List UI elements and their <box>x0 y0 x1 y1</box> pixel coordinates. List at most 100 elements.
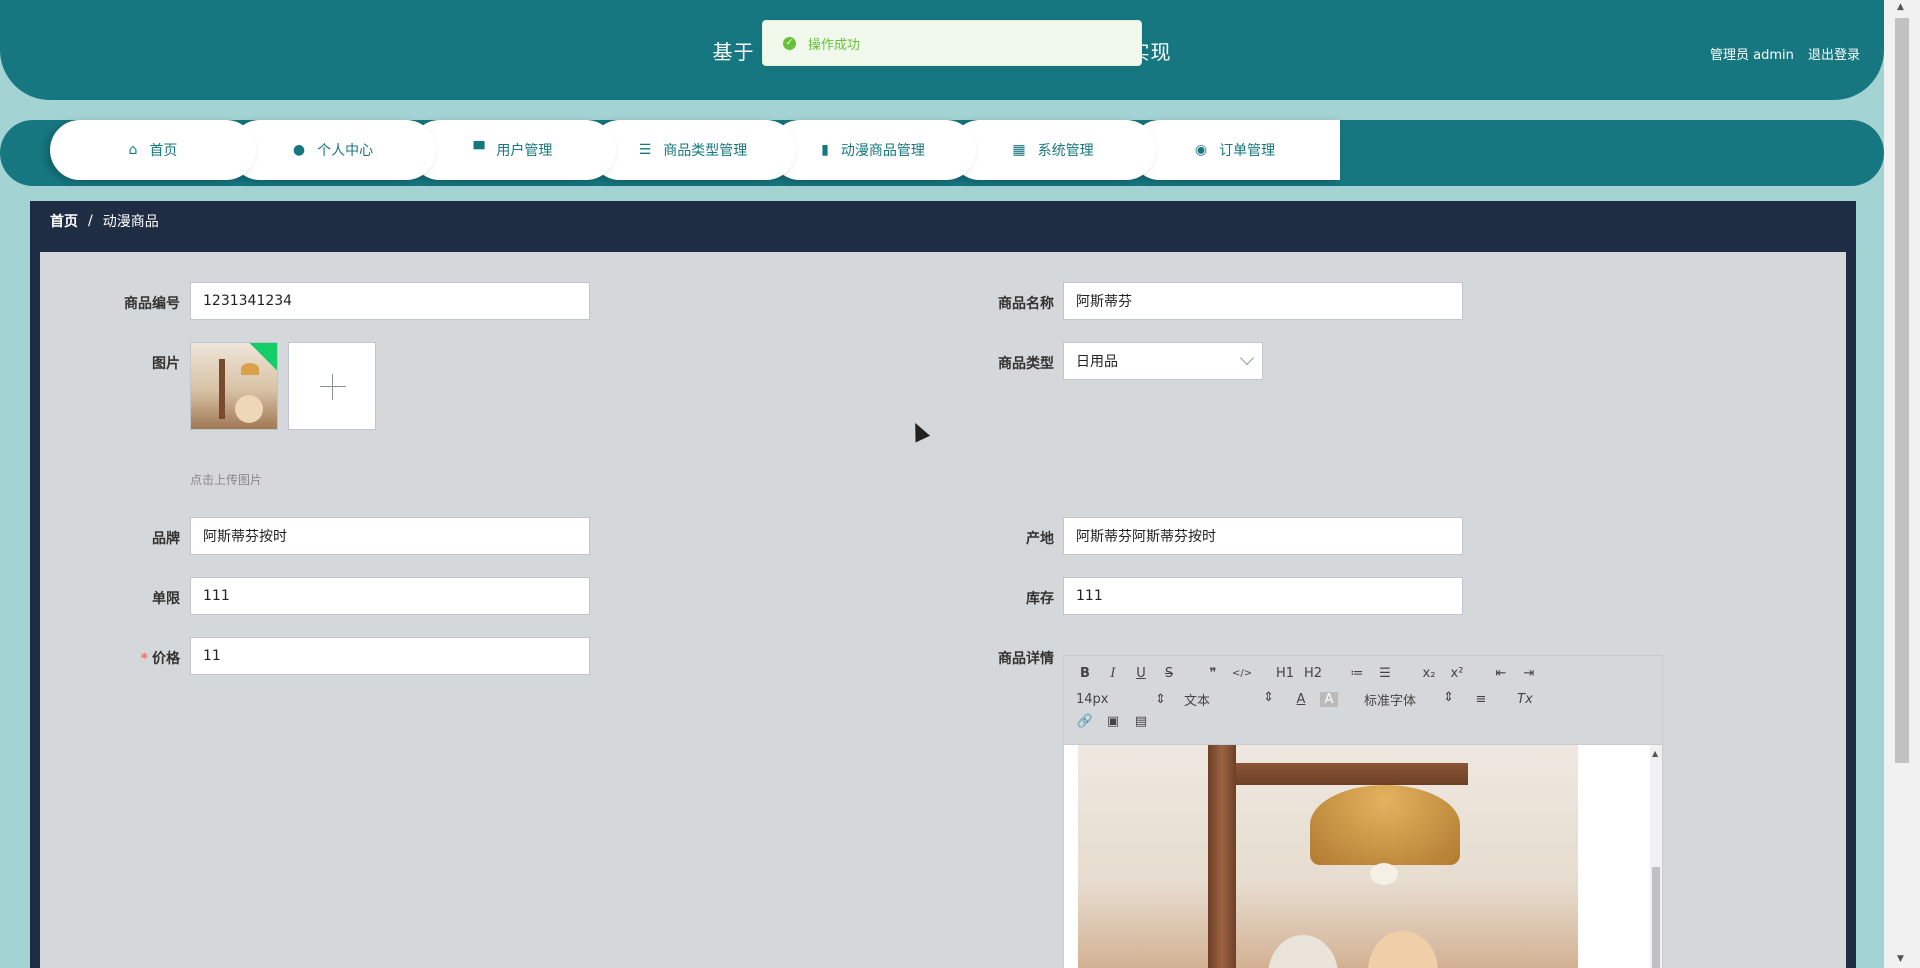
thumb-lamp-post <box>219 359 225 419</box>
bullet-list-button[interactable]: ☰ <box>1376 666 1394 681</box>
font-size-value: 14px <box>1076 692 1109 707</box>
lamp-bulb <box>1370 863 1398 885</box>
nav-order-management[interactable]: ◉ 订单管理 <box>1130 120 1340 180</box>
code-block-button[interactable]: </> <box>1232 668 1252 679</box>
subscript-button[interactable]: x₂ <box>1420 666 1438 681</box>
nav-label: 首页 <box>149 143 178 159</box>
nav-label: 动漫商品管理 <box>840 143 925 159</box>
text-style-value: 文本 <box>1184 694 1211 709</box>
origin-input[interactable]: 阿斯蒂芬阿斯蒂芬按时 <box>1063 517 1463 555</box>
detail-product-image <box>1078 745 1578 968</box>
grid-icon: ▦ <box>1012 142 1026 158</box>
home-icon: ⌂ <box>128 142 138 158</box>
code-input[interactable]: 1231341234 <box>190 282 590 320</box>
nav-home[interactable]: ⌂ 首页 <box>50 120 256 180</box>
price-label-text: 价格 <box>152 651 180 667</box>
upload-image-button[interactable] <box>288 342 376 430</box>
figurine-right <box>1368 931 1438 968</box>
editor-scroll-thumb[interactable] <box>1652 867 1660 968</box>
scroll-down-icon[interactable]: ▼ <box>1897 954 1904 964</box>
title-left: 基于 <box>712 40 755 64</box>
nav-personal-center[interactable]: ● 个人中心 <box>230 120 436 180</box>
price-input[interactable]: 11 <box>190 637 590 675</box>
main-nav: ⌂ 首页 ● 个人中心 ▀ 用户管理 ☰ 商品类型管理 ▮ 动漫商品管理 ▦ 系统管理 ◉ 订… <box>0 120 1884 186</box>
type-label: 商品类型 <box>998 356 1054 372</box>
text-style-select[interactable]: 文本 ⇕ <box>1184 690 1274 709</box>
nav-system-management[interactable]: ▦ 系统管理 <box>950 120 1156 180</box>
stock-input[interactable]: 111 <box>1063 577 1463 615</box>
image-icon[interactable]: ▣ <box>1104 714 1122 729</box>
breadcrumb: 首页 / 动漫商品 <box>30 201 1856 241</box>
user-icon: ● <box>292 142 306 158</box>
h1-button[interactable]: H1 <box>1276 666 1294 681</box>
nav-anime-product-management[interactable]: ▮ 动漫商品管理 <box>770 120 976 180</box>
quote-button[interactable]: ❞ <box>1204 666 1222 681</box>
lamp-post <box>1208 745 1236 968</box>
origin-label: 产地 <box>1026 531 1054 547</box>
required-mark: * <box>140 651 148 667</box>
nav-label: 商品类型管理 <box>663 143 748 159</box>
background-color-button[interactable]: A <box>1320 692 1338 707</box>
indent-button[interactable]: ⇥ <box>1520 666 1538 681</box>
name-input[interactable]: 阿斯蒂芬 <box>1063 282 1463 320</box>
thumb-figure <box>235 395 263 423</box>
superscript-button[interactable]: x² <box>1448 666 1466 681</box>
breadcrumb-current: 动漫商品 <box>102 214 159 230</box>
scroll-up-icon[interactable]: ▲ <box>1652 749 1658 758</box>
lamp-arm <box>1208 763 1468 785</box>
breadcrumb-home[interactable]: 首页 <box>50 211 78 231</box>
nav-user-management[interactable]: ▀ 用户管理 <box>410 120 616 180</box>
bulb-icon: ◉ <box>1194 142 1208 158</box>
italic-button[interactable]: I <box>1104 666 1122 681</box>
page-scrollbar[interactable]: ▲ ▼ <box>1884 0 1920 968</box>
chevron-down-icon <box>1239 350 1255 366</box>
nav-product-type-management[interactable]: ☰ 商品类型管理 <box>590 120 796 180</box>
nav-label: 订单管理 <box>1219 143 1276 159</box>
success-toast: ✓ 操作成功 <box>762 20 1142 66</box>
sliders-icon: ☰ <box>638 142 652 158</box>
toast-message: 操作成功 <box>808 37 861 53</box>
font-family-select[interactable]: 标准字体 ⇕ <box>1364 690 1454 709</box>
type-select-value: 日用品 <box>1076 354 1118 370</box>
clear-format-button[interactable]: Tx <box>1516 692 1534 707</box>
code-label: 商品编号 <box>124 296 180 312</box>
detail-label: 商品详情 <box>998 651 1054 667</box>
strike-button[interactable]: S <box>1160 666 1178 681</box>
brand-label: 品牌 <box>152 531 180 547</box>
brand-input[interactable]: 阿斯蒂芬按时 <box>190 517 590 555</box>
bold-button[interactable]: B <box>1076 666 1094 681</box>
current-user: 管理员 admin <box>1709 48 1794 63</box>
plus-icon-vertical <box>332 374 333 400</box>
ordered-list-button[interactable]: ≔ <box>1348 666 1366 681</box>
price-label: * 价格 <box>80 648 180 668</box>
type-select[interactable]: 日用品 <box>1063 342 1263 380</box>
page-scroll-thumb[interactable] <box>1895 18 1909 763</box>
clipboard-icon: ▮ <box>821 142 829 158</box>
font-color-button[interactable]: A <box>1292 692 1310 707</box>
success-check-icon: ✓ <box>783 36 796 50</box>
align-button[interactable]: ≡ <box>1472 692 1490 707</box>
scroll-up-icon[interactable]: ▲ <box>1897 2 1904 12</box>
product-thumbnail[interactable] <box>190 342 278 430</box>
plus-icon <box>320 386 346 387</box>
font-size-select[interactable]: 14px ⇕ <box>1076 692 1166 707</box>
thumb-lamp-shade <box>241 363 259 375</box>
video-icon[interactable]: ▤ <box>1132 714 1150 729</box>
font-family-value: 标准字体 <box>1364 694 1417 709</box>
logout-link[interactable]: 退出登录 <box>1808 48 1860 63</box>
outdent-button[interactable]: ⇤ <box>1492 666 1510 681</box>
editor-scrollbar[interactable]: ▲ <box>1650 745 1662 968</box>
link-icon[interactable]: 🔗 <box>1076 714 1094 729</box>
editor-content[interactable]: ▲ <box>1063 745 1663 968</box>
breadcrumb-separator: / <box>88 213 93 229</box>
limit-input[interactable]: 111 <box>190 577 590 615</box>
figurine-left <box>1268 935 1338 968</box>
header-user-area: 管理员 admin 退出登录 <box>1700 44 1860 63</box>
updown-icon: ⇕ <box>1155 692 1166 707</box>
underline-button[interactable]: U <box>1132 666 1150 681</box>
lamp-shade <box>1310 785 1460 865</box>
upload-tip: 点击上传图片 <box>190 473 263 487</box>
h2-button[interactable]: H2 <box>1304 666 1322 681</box>
toolbar-row-1: B I U S ❞ </> H1 H2 ≔ ☰ x₂ x² ⇤ ⇥ <box>1076 666 1548 681</box>
nav-label: 用户管理 <box>496 143 553 159</box>
